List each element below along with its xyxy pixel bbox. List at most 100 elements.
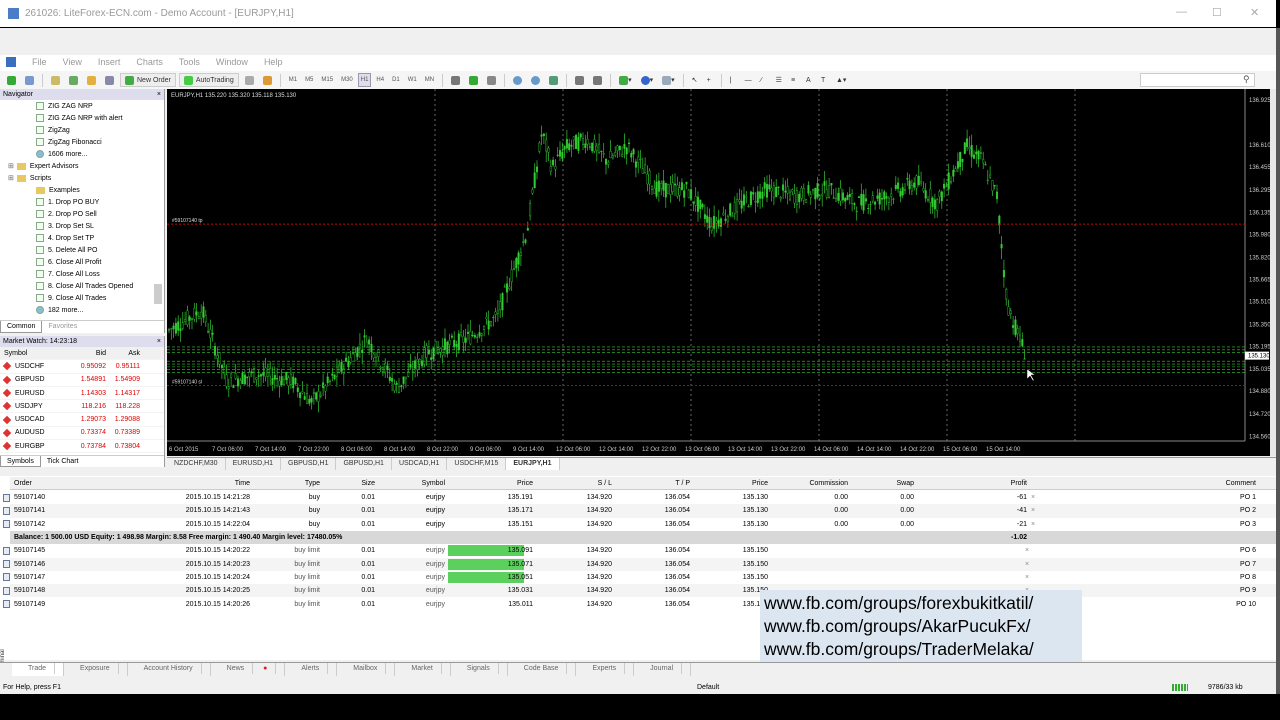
fibonacci-button[interactable]: ≡ xyxy=(788,73,800,87)
column-ask[interactable]: Ask xyxy=(106,350,140,357)
chart-tab[interactable]: GBPUSD,H1 xyxy=(281,458,337,470)
navigator-item[interactable]: 3. Drop Set SL xyxy=(0,220,164,232)
timeframe-m1[interactable]: M1 xyxy=(286,73,300,87)
close-order-icon[interactable]: × xyxy=(1031,494,1035,501)
autotrading-button[interactable]: AutoTrading xyxy=(178,73,239,87)
column-bid[interactable]: Bid xyxy=(72,350,106,357)
navigator-item[interactable]: 1. Drop PO BUY xyxy=(0,196,164,208)
horizontal-line-button[interactable]: — xyxy=(742,73,755,87)
close-icon[interactable]: × xyxy=(157,91,161,98)
timeframe-h1[interactable]: H1 xyxy=(357,73,372,87)
text-button[interactable]: A xyxy=(803,73,815,87)
expand-icon[interactable]: ⊞ xyxy=(8,174,14,182)
navigator-item[interactable]: 5. Delete All PO xyxy=(0,244,164,256)
market-watch-row[interactable]: GBPUSD 1.54891 1.54909 xyxy=(0,374,164,387)
trendline-button[interactable]: ∕ xyxy=(758,73,770,87)
menu-tools[interactable]: Tools xyxy=(179,57,200,67)
pending-order-row[interactable]: 59107145 2015.10.15 14:20:22 buy limit 0.01… xyxy=(3,544,1276,557)
navigator-item[interactable]: ZigZag xyxy=(0,124,164,136)
terminal-tab-signals[interactable]: Signals xyxy=(451,663,508,676)
market-watch-row[interactable]: USDJPY 118.216 118.228 xyxy=(0,400,164,414)
menu-help[interactable]: Help xyxy=(264,57,283,67)
chart-tab[interactable]: USDCAD,H1 xyxy=(392,458,448,470)
terminal-header-row[interactable]: Order Time Type Size Symbol Price S / L T / P Pr… xyxy=(10,477,1276,491)
pending-order-row[interactable]: 59107148 2015.10.15 14:20:25 buy limit 0.01… xyxy=(3,584,1276,598)
chart-shift-button[interactable] xyxy=(590,73,605,87)
chart-tab[interactable]: EURUSD,H1 xyxy=(226,458,282,470)
open-order-row[interactable]: 59107141 2015.10.15 14:21:43 buy 0.01 eurjpy… xyxy=(3,504,1276,518)
navigator-item[interactable]: ZIG ZAG NRP xyxy=(0,100,164,112)
terminal-tab-experts[interactable]: Experts xyxy=(576,663,635,676)
pending-order-row[interactable]: 59107147 2015.10.15 14:20:24 buy limit 0.01… xyxy=(3,571,1276,584)
delete-order-icon[interactable]: × xyxy=(1025,561,1029,568)
channel-button[interactable]: ☰ xyxy=(773,73,785,87)
crosshair-button[interactable]: + xyxy=(704,73,716,87)
navigator-item[interactable]: ZigZag Fibonacci xyxy=(0,136,164,148)
search-icon[interactable]: ⚲ xyxy=(1243,74,1250,85)
chart-tab[interactable]: GBPUSD,H1 xyxy=(336,458,392,470)
chart-tab[interactable]: NZDCHF,M30 xyxy=(167,458,226,470)
price-chart[interactable]: 136.925 136.610 136.455 136.295 136.135 135.9… xyxy=(167,89,1276,456)
expand-icon[interactable]: ⊞ xyxy=(8,162,14,170)
terminal-tab-journal[interactable]: Journal xyxy=(634,663,692,676)
vertical-line-button[interactable]: | xyxy=(727,73,739,87)
delete-order-icon[interactable]: × xyxy=(1025,574,1029,581)
navigator-item[interactable]: Examples xyxy=(0,184,164,196)
maximize-button[interactable]: ☐ xyxy=(1212,6,1222,19)
cursor-button[interactable]: ↖ xyxy=(689,73,701,87)
timeframe-m15[interactable]: M15 xyxy=(318,73,336,87)
market-watch-row[interactable]: AUDUSD 0.73374 0.73389 xyxy=(0,427,164,441)
timeframe-m30[interactable]: M30 xyxy=(338,73,356,87)
zoom-in-button[interactable] xyxy=(510,73,525,87)
menu-insert[interactable]: Insert xyxy=(98,57,121,67)
market-watch-tab-tick-chart[interactable]: Tick Chart xyxy=(41,456,85,467)
timeframe-m5[interactable]: M5 xyxy=(302,73,316,87)
terminal-tab-exposure[interactable]: Exposure xyxy=(64,663,128,676)
navigator-item[interactable]: 8. Close All Trades Opened xyxy=(0,280,164,292)
terminal-tab-trade[interactable]: Trade xyxy=(12,663,65,676)
terminal-tab-account-history[interactable]: Account History xyxy=(128,663,211,676)
link-forexbukitkatil[interactable]: www.fb.com/groups/forexbukitkatil/ xyxy=(764,592,1078,615)
delete-order-icon[interactable]: × xyxy=(1025,547,1029,554)
market-watch-row[interactable]: EURUSD 1.14303 1.14317 xyxy=(0,387,164,401)
terminal-tab-alerts[interactable]: Alerts xyxy=(285,663,338,676)
timeframe-d1[interactable]: D1 xyxy=(389,73,403,87)
balance-row[interactable]: Balance: 1 500.00 USD Equity: 1 498.98 M… xyxy=(10,530,1276,545)
close-order-icon[interactable]: × xyxy=(1031,521,1035,528)
timeframe-h4[interactable]: H4 xyxy=(373,73,387,87)
navigator-item[interactable]: ZIG ZAG NRP with alert xyxy=(0,112,164,124)
arrows-button[interactable]: ▲▾ xyxy=(833,73,849,87)
navigator-button[interactable] xyxy=(84,73,99,87)
open-order-row[interactable]: 59107140 2015.10.15 14:21:28 buy 0.01 eurjpy… xyxy=(3,491,1276,504)
link-akarpucukfx[interactable]: www.fb.com/groups/AkarPucukFx/ xyxy=(764,615,1078,638)
options-button[interactable] xyxy=(242,73,257,87)
timeframe-mn[interactable]: MN xyxy=(422,73,437,87)
profiles-button[interactable] xyxy=(22,73,37,87)
close-order-icon[interactable]: × xyxy=(1031,507,1035,514)
navigator-item[interactable]: 7. Close All Loss xyxy=(0,268,164,280)
market-watch-row[interactable]: USDCHF 0.95092 0.95111 xyxy=(0,360,164,374)
pending-order-row[interactable]: 59107149 2015.10.15 14:20:26 buy limit 0.01… xyxy=(3,597,1276,610)
terminal-tab-news[interactable]: News ● xyxy=(211,663,286,676)
market-watch-button[interactable] xyxy=(48,73,63,87)
line-chart-button[interactable] xyxy=(484,73,499,87)
tile-windows-button[interactable] xyxy=(546,73,561,87)
menu-charts[interactable]: Charts xyxy=(136,57,163,67)
navigator-tab-favorites[interactable]: Favorites xyxy=(42,321,83,333)
terminal-tab-mailbox[interactable]: Mailbox xyxy=(337,663,396,676)
market-watch-row[interactable]: EURGBP 0.73784 0.73804 xyxy=(0,440,164,454)
text-label-button[interactable]: T xyxy=(818,73,830,87)
navigator-item[interactable]: 182 more... xyxy=(0,304,164,316)
navigator-item[interactable]: 6. Close All Profit xyxy=(0,256,164,268)
navigator-item[interactable]: ⊞ Expert Advisors xyxy=(0,160,164,172)
navigator-item[interactable]: ⊞ Scripts xyxy=(0,172,164,184)
bar-chart-button[interactable] xyxy=(448,73,463,87)
chart-canvas[interactable]: 136.925 136.610 136.455 136.295 136.135 135.9… xyxy=(167,89,1270,456)
chart-tab[interactable]: USDCHF,M15 xyxy=(447,458,507,470)
menu-window[interactable]: Window xyxy=(216,57,248,67)
navigator-tab-common[interactable]: Common xyxy=(0,321,43,333)
search-input[interactable] xyxy=(1140,73,1255,87)
close-icon[interactable]: × xyxy=(157,338,161,345)
candlestick-button[interactable] xyxy=(466,73,481,87)
navigator-scrollbar[interactable] xyxy=(154,284,162,304)
